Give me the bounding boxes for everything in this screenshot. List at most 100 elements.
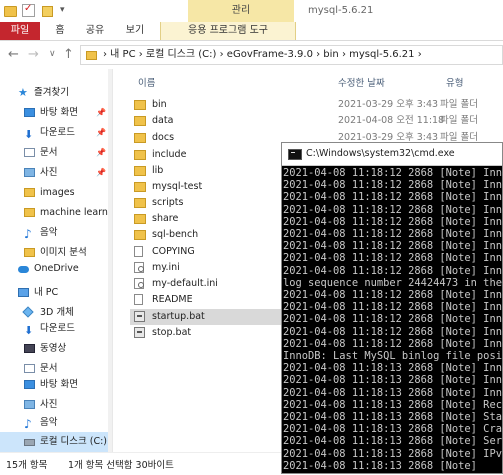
console-line: 2021-04-08 11:18:13 2868 [Note] Serv [283, 435, 503, 448]
folder-icon [134, 133, 146, 143]
console-line: 2021-04-08 11:18:13 2868 [Note] Inno [283, 374, 503, 387]
document-icon [24, 148, 35, 157]
console-line: 2021-04-08 11:18:12 2868 [Note] Inno [283, 179, 503, 192]
item-count: 15개 항목 [6, 460, 48, 471]
cmd-title-bar[interactable]: C:\Windows\system32\cmd.exe [282, 143, 502, 166]
sidebar-item-label: 문서 [40, 147, 58, 158]
console-line: 2021-04-08 11:18:12 2868 [Note] Inno [283, 313, 503, 326]
column-header-date[interactable]: 수정한 날짜 [338, 75, 385, 89]
pin-icon[interactable]: 📌 [96, 103, 106, 123]
settings-file-icon [134, 262, 144, 273]
desktop-icon [24, 108, 35, 117]
file-type: 파일 폴더 [440, 99, 478, 110]
console-line: 2021-04-08 11:18:12 2868 [Note] Inno [283, 203, 503, 216]
settings-file-icon [134, 278, 144, 289]
file-date: 2021-04-08 오전 11:18 [338, 115, 445, 126]
console-line: 2021-04-08 11:18:13 2868 [Note] Star [283, 411, 503, 423]
tab-view[interactable]: 보기 [118, 22, 152, 40]
download-icon: ⬇ [24, 324, 34, 337]
sidebar-item-documents[interactable]: 문서 📌 [24, 143, 108, 163]
pin-icon[interactable]: 📌 [96, 123, 106, 143]
console-line: 2021-04-08 11:18:12 2868 [Note] Inno [283, 252, 503, 265]
new-folder-icon[interactable] [42, 6, 53, 17]
address-bar[interactable]: › 내 PC › 로컬 디스크 (C:) › eGovFrame-3.9.0 ›… [80, 45, 503, 65]
music-icon: ♪ [24, 417, 32, 431]
sidebar-item-label: 사진 [40, 399, 58, 410]
column-header-name[interactable]: 이름 [138, 75, 155, 89]
column-header-type[interactable]: 유형 [446, 75, 463, 89]
navigation-pane: ★ 즐겨찾기 바탕 화면 📌 ⬇ 다운로드 📌 문서 📌 사진 📌 images… [0, 69, 112, 452]
sidebar-item-label: 다운로드 [40, 127, 75, 138]
console-line: 2021-04-08 11:18:13 2868 [Note] Inno [283, 386, 503, 399]
navigation-row: ← → ∨ ↑ › 내 PC › 로컬 디스크 (C:) › eGovFrame… [0, 41, 503, 69]
console-line: 2021-04-08 11:18:12 2868 [Note] Inno [283, 240, 503, 253]
tab-share[interactable]: 공유 [78, 22, 112, 40]
folder-icon [4, 6, 17, 17]
title-bar: ▾ 관리 mysql-5.6.21 [0, 0, 503, 23]
forward-arrow-icon[interactable]: → [28, 47, 39, 62]
sidebar-item-label: 즐겨찾기 [34, 87, 69, 98]
folder-icon [134, 150, 146, 160]
sidebar-item-label: images [40, 187, 75, 198]
recent-locations-chevron-icon[interactable]: ∨ [49, 49, 56, 59]
customize-toolbar-chevron-icon[interactable]: ▾ [60, 5, 73, 18]
pc-icon [18, 288, 29, 297]
console-line: 2021-04-08 11:18:12 2868 [Note] Inno [283, 167, 503, 179]
tab-home[interactable]: 홈 [46, 22, 74, 40]
sidebar-item-desktop[interactable]: 바탕 화면 📌 [24, 103, 108, 123]
video-icon [24, 344, 35, 353]
file-name: lib [152, 165, 164, 176]
file-name: share [152, 213, 179, 224]
cmd-window[interactable]: C:\Windows\system32\cmd.exe 2021-04-08 1… [281, 142, 503, 474]
console-line: 2021-04-08 11:18:12 2868 [Note] Inno [283, 264, 503, 277]
window-title: mysql-5.6.21 [308, 5, 374, 16]
folder-icon [24, 188, 35, 197]
cloud-icon [18, 266, 29, 273]
selection-info: 1개 항목 선택함 30바이트 [68, 460, 174, 471]
file-name: mysql-test [152, 181, 203, 192]
pane-divider[interactable] [112, 69, 113, 452]
folder-icon [24, 248, 35, 257]
desktop-icon [24, 380, 35, 389]
file-name: scripts [152, 197, 184, 208]
pin-icon[interactable]: 📌 [96, 163, 106, 183]
download-icon: ⬇ [24, 128, 34, 141]
folder-icon [134, 182, 146, 192]
picture-icon [24, 168, 35, 177]
console-line: 2021-04-08 11:18:13 2868 [Note] [283, 459, 477, 472]
console-output[interactable]: 2021-04-08 11:18:12 2868 [Note] Inno 202… [282, 167, 503, 473]
console-line: InnoDB: Last MySQL binlog file posit [283, 350, 503, 362]
back-arrow-icon[interactable]: ← [8, 47, 19, 62]
console-line: 2021-04-08 11:18:12 2868 [Note] Inno [283, 301, 503, 314]
address-path[interactable]: › 내 PC › 로컬 디스크 (C:) › eGovFrame-3.9.0 ›… [103, 46, 422, 64]
console-line: 2021-04-08 11:18:13 2868 [Note] Reco [283, 398, 503, 411]
star-icon: ★ [18, 86, 28, 99]
folder-icon [134, 230, 146, 240]
ribbon-context-group[interactable]: 관리 [188, 0, 294, 22]
properties-icon[interactable] [22, 3, 35, 17]
sidebar-item-local-disk[interactable]: 로컬 디스크 (C:) [24, 432, 108, 452]
file-name: stop.bat [152, 327, 192, 338]
sidebar-item-pictures[interactable]: 사진 📌 [24, 163, 108, 183]
file-name: my-default.ini [152, 278, 218, 289]
console-line: 2021-04-08 11:18:13 2868 [Note] Cras [283, 423, 503, 436]
tab-app-tools[interactable]: 응용 프로그램 도구 [160, 22, 296, 40]
music-icon: ♪ [24, 227, 32, 241]
console-line: 2021-04-08 11:18:12 2868 [Note] Inno [283, 289, 503, 301]
sidebar-item-downloads[interactable]: ⬇ 다운로드 📌 [24, 123, 108, 143]
folder-icon [134, 198, 146, 208]
batch-file-icon [134, 311, 145, 322]
document-icon [24, 364, 35, 373]
sidebar-item-machine-learning[interactable]: machine learnin [24, 203, 108, 223]
file-name: sql-bench [152, 229, 199, 240]
folder-icon [134, 166, 146, 176]
3d-objects-icon [22, 306, 34, 318]
sidebar-item-label: 바탕 화면 [40, 379, 78, 390]
ribbon-tabs: 파일 홈 공유 보기 응용 프로그램 도구 [0, 22, 503, 41]
pin-icon[interactable]: 📌 [96, 143, 106, 163]
file-name: startup.bat [152, 311, 205, 322]
up-arrow-icon[interactable]: ↑ [63, 47, 74, 62]
tab-file[interactable]: 파일 [0, 22, 40, 40]
file-icon [134, 246, 143, 257]
file-icon [134, 294, 143, 305]
